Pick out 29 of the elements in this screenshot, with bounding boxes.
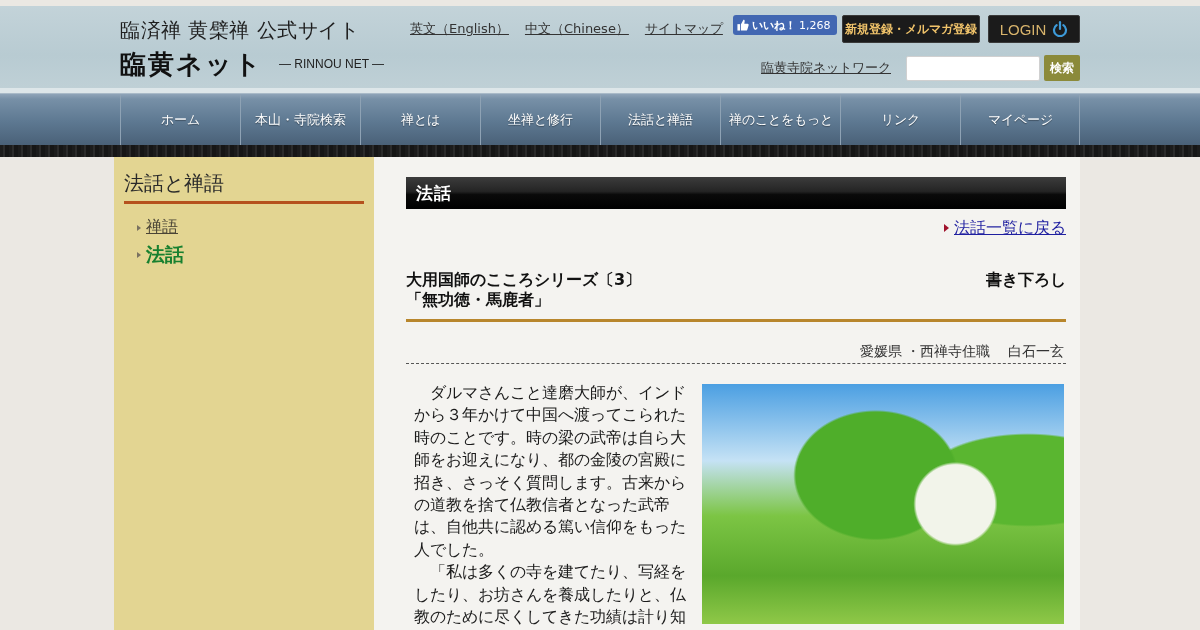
header-link[interactable]: 英文（English） [410, 20, 509, 38]
search-button[interactable]: 検索 [1044, 55, 1080, 81]
search-field[interactable] [906, 55, 1040, 81]
author-name: 白石一玄 [1008, 342, 1064, 361]
bullet-triangle-icon [137, 224, 141, 231]
logo-text[interactable]: 臨黄ネット [120, 49, 263, 79]
site-title: 臨済禅 黄檗禅 公式サイト [120, 17, 361, 43]
article-title-line: 大用国師のこころシリーズ〔3〕 [406, 270, 642, 290]
body-paragraph: ダルマさんこと達磨大師が、インドから３年かけて中国へ渡ってこられた時のことです。時の梁の武帝は自ら大師をお迎えになり、都の金陵の宮殿に招き、さっそく質問します。古来からの道教を捨て仏教信者となった武帝は、自他共に認める篤い信仰をもった人でした。 [414, 382, 686, 561]
sidebar-title: 法話と禅語 [124, 170, 225, 196]
header-link[interactable]: サイトマップ [644, 20, 723, 38]
sidebar-item[interactable]: 法話 [146, 241, 184, 268]
triangle-icon [944, 224, 949, 232]
body-paragraph: 「私は多くの寺を建てたり、写経をしたり、お坊さんを養成したりと、仏教のために尽くしてきた功績は計り知 [414, 561, 686, 629]
register-button[interactable]: 新規登録・メルマガ登録 [842, 15, 980, 43]
header-link[interactable]: 中文（Chinese） [524, 20, 629, 38]
login-button[interactable]: LOGIN [988, 15, 1080, 43]
network-link[interactable]: 臨黄寺院ネットワーク [761, 59, 891, 77]
like-button[interactable]: いいね！ 1,268 [733, 15, 837, 35]
bullet-triangle-icon [137, 251, 141, 258]
back-link[interactable]: 法話一覧に戻る [954, 217, 1066, 239]
thumbs-up-icon [737, 19, 749, 31]
logo-subtitle: — RINNOU NET — [279, 57, 385, 71]
article-tag: 書き下ろし [986, 270, 1066, 290]
article-title-line: 「無功徳・馬鹿者」 [406, 290, 551, 310]
section-heading: 法話 [406, 177, 1066, 209]
sidebar-item[interactable]: 禅語 [146, 217, 178, 238]
author-affiliation: 愛媛県 ・西禅寺住職 [859, 342, 990, 361]
power-icon [1052, 21, 1069, 37]
